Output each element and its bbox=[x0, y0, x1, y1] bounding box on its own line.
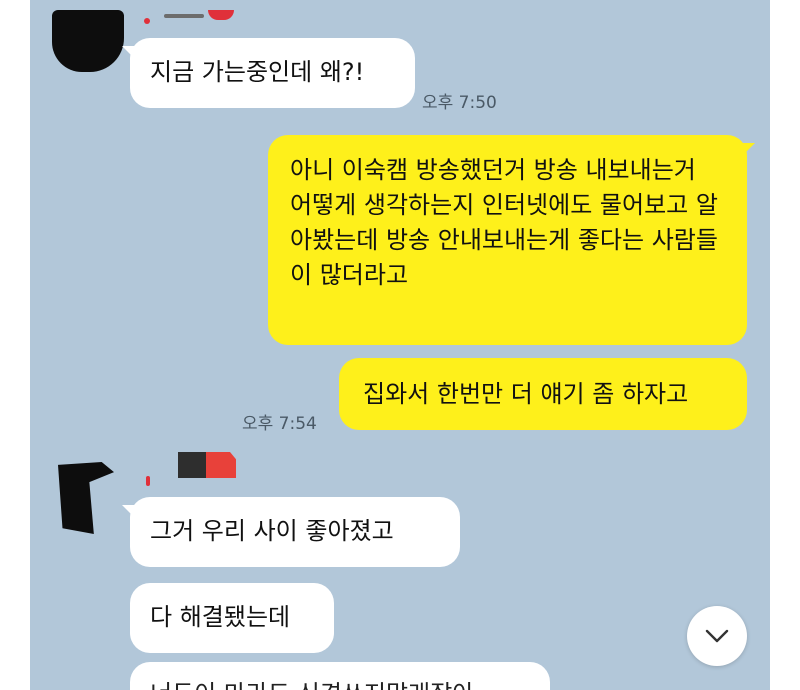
scroll-to-bottom-button[interactable] bbox=[687, 606, 747, 666]
avatar[interactable] bbox=[58, 462, 114, 534]
message-text: 아니 이숙캠 방송했던거 방송 내보내는거 어떻게 생각하는지 인터넷에도 물어… bbox=[290, 156, 718, 289]
message-text: 그거 우리 사이 좋아졌고 bbox=[150, 517, 394, 545]
message-bubble-incoming[interactable]: 그거 우리 사이 좋아졌고 bbox=[122, 497, 460, 567]
avatar[interactable] bbox=[52, 10, 124, 72]
message-bubble-incoming[interactable]: 너두이 마라도 신경쓰지말래잖아 bbox=[130, 662, 550, 690]
bubble-tail bbox=[122, 505, 140, 523]
message-timestamp: 오후 7:50 bbox=[422, 93, 497, 113]
redacted-sender-name bbox=[144, 18, 150, 24]
message-text: 지금 가는중인데 왜?! bbox=[150, 58, 365, 86]
message-text: 다 해결됐는데 bbox=[150, 603, 291, 631]
bubble-tail bbox=[122, 46, 140, 64]
redacted-sender-name bbox=[206, 452, 236, 478]
message-text: 집와서 한번만 더 얘기 좀 하자고 bbox=[363, 380, 689, 408]
message-bubble-incoming[interactable]: 지금 가는중인데 왜?! bbox=[122, 38, 415, 108]
bubble-tail bbox=[737, 143, 755, 161]
redacted-sender-name bbox=[164, 14, 204, 18]
redacted-sender-name bbox=[146, 476, 150, 486]
chat-area[interactable]: 지금 가는중인데 왜?! 오후 7:50 아니 이숙캠 방송했던거 방송 내보내… bbox=[30, 0, 770, 690]
redacted-sender-name bbox=[208, 10, 234, 20]
message-timestamp: 오후 7:54 bbox=[242, 414, 317, 434]
message-text: 너두이 마라도 신경쓰지말래잖아 bbox=[150, 680, 474, 690]
redacted-sender-name bbox=[178, 452, 206, 478]
message-bubble-incoming[interactable]: 다 해결됐는데 bbox=[130, 583, 334, 653]
message-bubble-outgoing[interactable]: 집와서 한번만 더 얘기 좀 하자고 bbox=[339, 358, 747, 430]
message-bubble-outgoing[interactable]: 아니 이숙캠 방송했던거 방송 내보내는거 어떻게 생각하는지 인터넷에도 물어… bbox=[268, 135, 755, 345]
chevron-down-icon bbox=[705, 629, 729, 643]
